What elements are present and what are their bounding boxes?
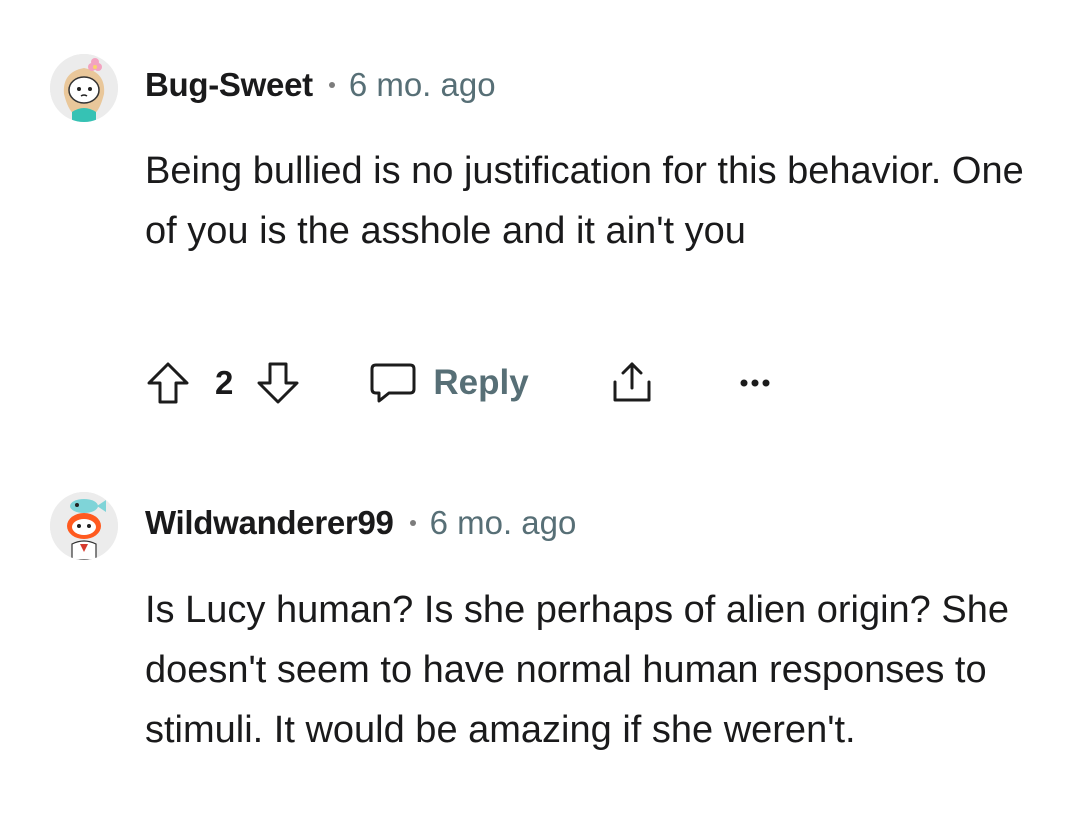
- user-avatar[interactable]: [50, 54, 118, 122]
- comment-meta: Bug-Sweet 6 mo. ago: [145, 66, 496, 104]
- reply-label: Reply: [433, 363, 529, 402]
- snoo-avatar-icon: [50, 54, 118, 122]
- arrow-up-outline-icon[interactable]: [145, 360, 191, 406]
- speech-bubble-icon: [369, 361, 417, 405]
- arrow-down-outline-icon[interactable]: [255, 360, 301, 406]
- username[interactable]: Bug-Sweet: [145, 66, 313, 104]
- user-avatar[interactable]: [50, 492, 118, 560]
- separator-dot: [409, 520, 416, 526]
- timestamp: 6 mo. ago: [348, 66, 496, 103]
- username[interactable]: Wildwanderer99: [145, 504, 394, 542]
- vote-count: 2: [215, 364, 234, 401]
- reply-button[interactable]: Reply: [369, 361, 529, 405]
- share-upload-icon[interactable]: [609, 360, 655, 406]
- comment-meta: Wildwanderer99 6 mo. ago: [145, 504, 576, 542]
- snoo-avatar-icon: [50, 492, 118, 560]
- comment-actions: 2 Reply: [145, 358, 771, 408]
- timestamp: 6 mo. ago: [429, 504, 577, 541]
- comment-body: Is Lucy human? Is she perhaps of alien o…: [145, 589, 1009, 751]
- ellipsis-icon[interactable]: [739, 378, 771, 388]
- separator-dot: [328, 82, 335, 88]
- comment-body: Being bullied is no justification for th…: [145, 150, 1024, 252]
